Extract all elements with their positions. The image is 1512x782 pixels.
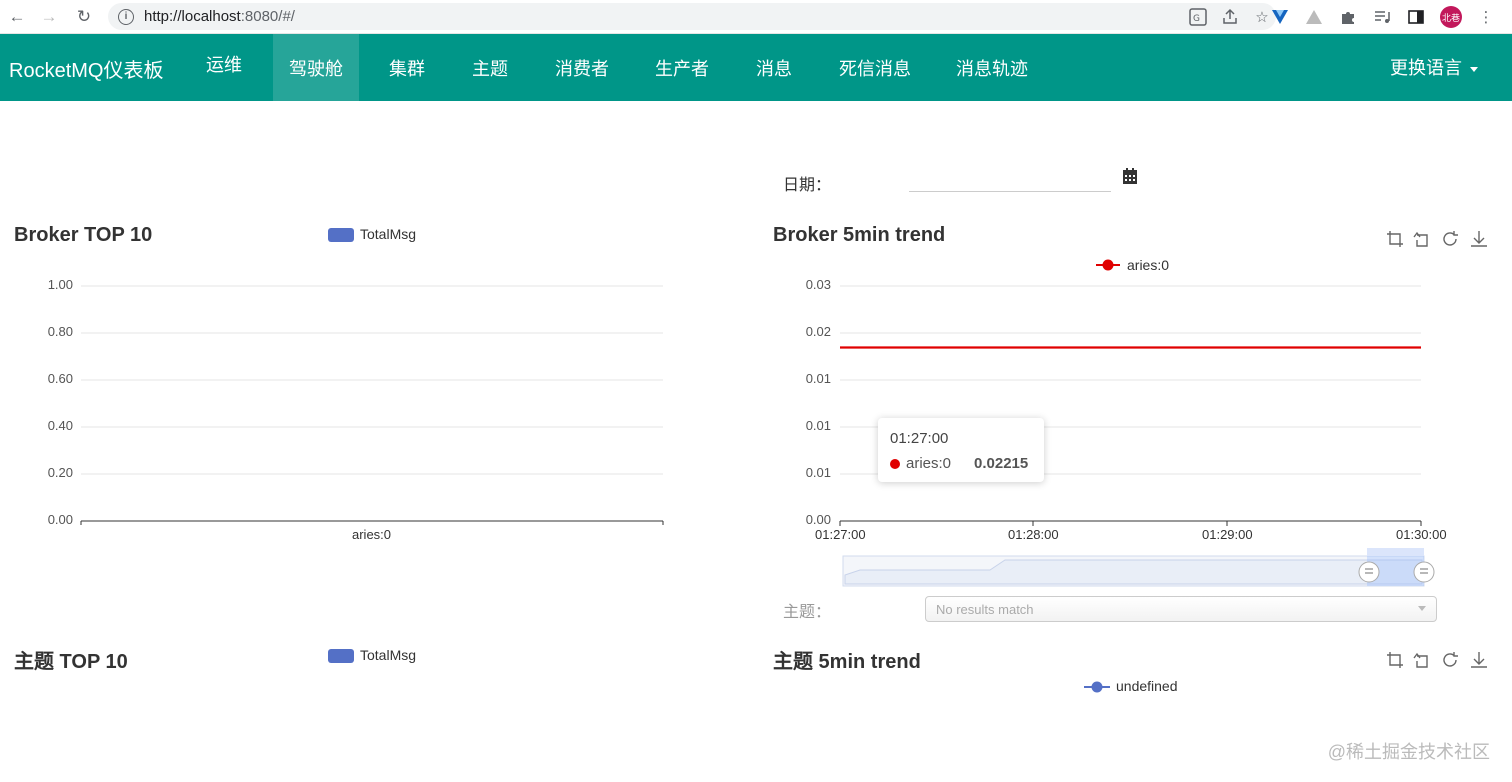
address-bar[interactable]: i http://localhost:8080/#/ [108,3,1276,30]
topic-select[interactable]: No results match [925,596,1437,622]
tooltip-value: 0.02215 [974,455,1029,472]
x-tick-label: 01:30:00 [1396,527,1447,542]
y-tick-label: 0.03 [805,277,831,292]
tooltip-series-marker [890,459,900,469]
y-tick-label: 0.80 [47,324,73,339]
chart-tooltip: 01:27:00 aries:0 0.02215 [878,418,1044,482]
zoom-reset-icon[interactable] [1413,230,1431,248]
forward-icon[interactable]: → [32,2,66,32]
chevron-down-icon [1418,606,1426,611]
tooltip-time: 01:27:00 [890,430,949,447]
topic-top10-title: 主题 TOP 10 [14,651,128,673]
restore-icon[interactable] [1441,651,1459,669]
topic-top10-legend-label[interactable]: TotalMsg [360,647,416,663]
crop-zoom-icon[interactable] [1386,230,1404,248]
y-tick-label: 0.01 [805,418,831,433]
y-tick-label: 0.00 [47,512,73,527]
reading-list-icon[interactable] [1372,7,1392,27]
topic-select-placeholder: No results match [936,602,1034,617]
bookmark-star-icon[interactable]: ☆ [1252,7,1272,27]
svg-text:G: G [1193,14,1200,24]
broker-top10-plot [80,285,664,525]
language-label: 更换语言 [1390,58,1462,78]
datazoom-selection [1367,556,1424,586]
crop-zoom-icon[interactable] [1386,651,1404,669]
nav-item-ops[interactable]: 运维 [190,34,258,94]
topic-trend-legend [1084,681,1110,693]
brand-title[interactable]: RocketMQ仪表板 [9,54,163,83]
y-tick-label: 0.20 [47,465,73,480]
nav-item-dlq-message[interactable]: 死信消息 [823,34,927,101]
legend-marker-aries0 [1102,259,1114,271]
y-tick-label: 0.02 [805,324,831,339]
datazoom-right-handle [1413,561,1435,583]
topic-trend-title: 主题 5min trend [773,651,921,673]
extension-vue-icon[interactable] [1270,7,1290,27]
topic-label: 主题： [783,604,832,621]
broker-trend-plot [839,285,1435,587]
date-label: 日期： [783,177,832,194]
x-tick-label: 01:29:00 [1202,527,1253,542]
language-dropdown[interactable]: 更换语言 [1390,54,1478,80]
reload-icon[interactable]: ↻ [67,2,101,32]
broker-trend-title: Broker 5min trend [773,224,946,246]
menu-kebab-icon[interactable]: ⋮ [1476,7,1496,27]
x-tick-label: aries:0 [352,527,392,542]
y-tick-label: 0.40 [47,418,73,433]
nav-item-message-trace[interactable]: 消息轨迹 [940,34,1044,101]
browser-toolbar: ← → ↻ i http://localhost:8080/#/ G ☆ 北巷 … [0,0,1512,34]
topic-trend-legend-label[interactable]: undefined [1116,678,1178,694]
url-text: http://localhost:8080/#/ [144,8,295,25]
back-icon[interactable]: ← [0,2,34,32]
broker-trend-legend [1096,259,1120,271]
download-icon[interactable] [1470,651,1488,669]
restore-icon[interactable] [1441,230,1459,248]
datazoom-shadow [844,559,1423,585]
zoom-reset-icon[interactable] [1413,651,1431,669]
app-navbar: RocketMQ仪表板 运维 驾驶舱 集群 主题 消费者 生产者 消息 死信消息… [0,34,1512,101]
download-icon[interactable] [1470,230,1488,248]
y-tick-label: 0.01 [805,371,831,386]
nav-item-cluster[interactable]: 集群 [373,34,441,101]
nav-item-producer[interactable]: 生产者 [639,34,725,101]
side-panel-icon[interactable] [1406,7,1426,27]
nav-item-consumer[interactable]: 消费者 [539,34,625,101]
legend-marker-undefined [1091,681,1103,693]
y-tick-label: 0.00 [805,512,831,527]
datazoom-move-handle [1367,548,1424,556]
caret-down-icon [1470,66,1478,72]
nav-item-dashboard[interactable]: 驾驶舱 [273,34,359,101]
broker-top10-title: Broker TOP 10 [14,224,153,246]
nav-item-topic[interactable]: 主题 [456,34,524,101]
date-input[interactable] [909,168,1111,192]
profile-avatar[interactable]: 北巷 [1440,6,1462,28]
broker-trend-legend-label[interactable]: aries:0 [1127,257,1169,273]
x-tick-label: 01:27:00 [815,527,866,542]
broker-top10-legend-swatch[interactable] [328,228,354,242]
topic-top10-legend-swatch[interactable] [328,649,354,663]
extensions-puzzle-icon[interactable] [1338,7,1358,27]
share-icon[interactable] [1220,7,1240,27]
extensions-row: 北巷 ⋮ [1270,0,1496,34]
info-icon[interactable]: i [118,8,134,25]
y-tick-label: 0.01 [805,465,831,480]
broker-top10-legend-label[interactable]: TotalMsg [360,226,416,242]
translate-icon[interactable]: G [1188,7,1208,27]
nav-item-message[interactable]: 消息 [740,34,808,101]
y-tick-label: 0.60 [47,371,73,386]
address-bar-actions: G ☆ [1188,0,1272,34]
datazoom-left-handle [1358,561,1380,583]
extension-a-icon[interactable] [1304,7,1324,27]
datazoom-track [842,555,1425,587]
tooltip-series-name: aries:0 [906,455,952,472]
watermark: @稀土掘金技术社区 [1327,742,1490,762]
y-tick-label: 1.00 [47,277,73,292]
x-tick-label: 01:28:00 [1008,527,1059,542]
calendar-icon[interactable] [1123,168,1137,184]
